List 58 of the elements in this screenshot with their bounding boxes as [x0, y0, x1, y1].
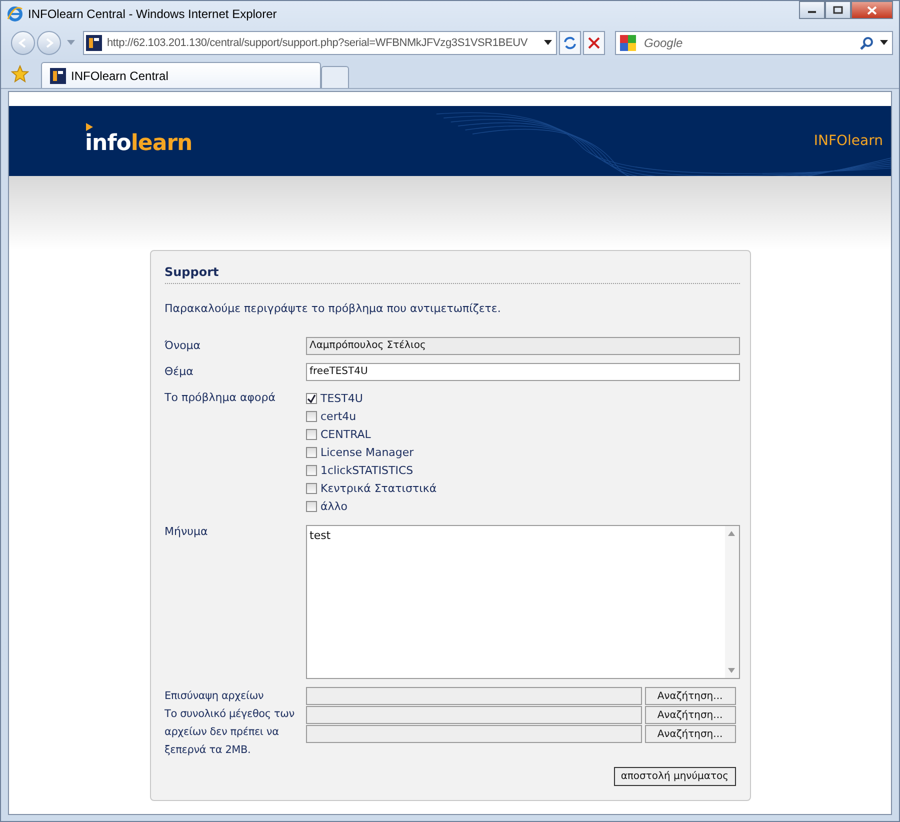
input-field[interactable]: freeTEST4U: [306, 363, 740, 381]
file-field[interactable]: [306, 687, 642, 705]
search-icon[interactable]: [860, 36, 874, 50]
site-icon: [86, 35, 102, 51]
field-label: Όνομα: [164, 338, 201, 354]
checkbox-label: License Manager: [320, 446, 414, 458]
forward-button[interactable]: [37, 31, 61, 55]
address-bar[interactable]: http://62.103.201.130/central/support/support.php?serial=WFBNMkJFVzg3S1VSR1BEUV: [83, 31, 557, 55]
field-label: Θέμα: [164, 364, 194, 380]
browser-logo-icon: [7, 6, 23, 22]
close-button[interactable]: [851, 1, 893, 19]
caret-icon[interactable]: [880, 40, 888, 46]
brand-name: INFOlearn: [814, 133, 883, 149]
hint-text: Το συνολικό μέγεθος των αρχείων δεν πρέπει να ξεπερνά τα 2MB.: [164, 707, 296, 758]
minimize-button[interactable]: [799, 1, 825, 19]
intro-text: Παρακαλούμε περιγράψτε το πρόβλημα που αντιμετωπίζετε.: [164, 302, 502, 315]
field-label: Το πρόβλημα αφορά: [164, 390, 276, 406]
new-tab-button[interactable]: [321, 66, 349, 88]
checkbox-label: TEST4U: [320, 392, 363, 404]
refresh-button[interactable]: [559, 31, 581, 55]
browse-button[interactable]: Αναζήτηση...: [644, 725, 736, 743]
checkbox-label: 1clickSTATISTICS: [320, 464, 414, 476]
search-field[interactable]: Google: [615, 31, 893, 55]
maximize-button[interactable]: [825, 1, 851, 19]
checkbox[interactable]: [306, 410, 316, 422]
checkbox[interactable]: [306, 392, 316, 404]
maximize-icon: [833, 6, 843, 14]
browse-button[interactable]: Αναζήτηση...: [644, 706, 736, 724]
window-title: INFOlearn Central - Windows Internet Explorer: [28, 7, 278, 21]
checkbox-label: cert4u: [320, 410, 356, 422]
favorites-star-icon[interactable]: [11, 64, 29, 82]
scroll-up-icon[interactable]: [728, 531, 735, 536]
browse-button[interactable]: Αναζήτηση...: [644, 687, 736, 705]
caret-icon[interactable]: [544, 40, 552, 46]
message-textarea[interactable]: test: [306, 525, 740, 679]
checkbox[interactable]: [306, 482, 316, 494]
scroll-down-icon[interactable]: [728, 668, 735, 673]
checkbox[interactable]: [306, 428, 316, 440]
send-button[interactable]: αποστολή μηνύματος: [614, 767, 736, 786]
refresh-icon: [563, 36, 577, 50]
scrollbar[interactable]: [724, 526, 738, 678]
checkbox-label: Κεντρικά Στατιστικά: [320, 482, 437, 494]
checkbox-label: CENTRAL: [320, 428, 371, 440]
back-button[interactable]: [11, 31, 35, 55]
field-label: Μήνυμα: [164, 524, 208, 540]
field-label: Επισύναψη αρχείων: [164, 689, 264, 704]
file-field[interactable]: [306, 725, 642, 743]
checkbox[interactable]: [306, 500, 316, 512]
checkbox[interactable]: [306, 446, 316, 458]
file-field[interactable]: [306, 706, 642, 724]
checkbox-label: άλλο: [320, 500, 348, 512]
stop-button[interactable]: [583, 31, 605, 55]
stop-icon: [588, 37, 600, 49]
form-title: Support: [164, 265, 740, 284]
checkbox[interactable]: [306, 464, 316, 476]
browser-tab[interactable]: INFOlearn Central: [41, 62, 321, 88]
close-icon: [867, 6, 877, 14]
site-icon: [50, 68, 66, 84]
